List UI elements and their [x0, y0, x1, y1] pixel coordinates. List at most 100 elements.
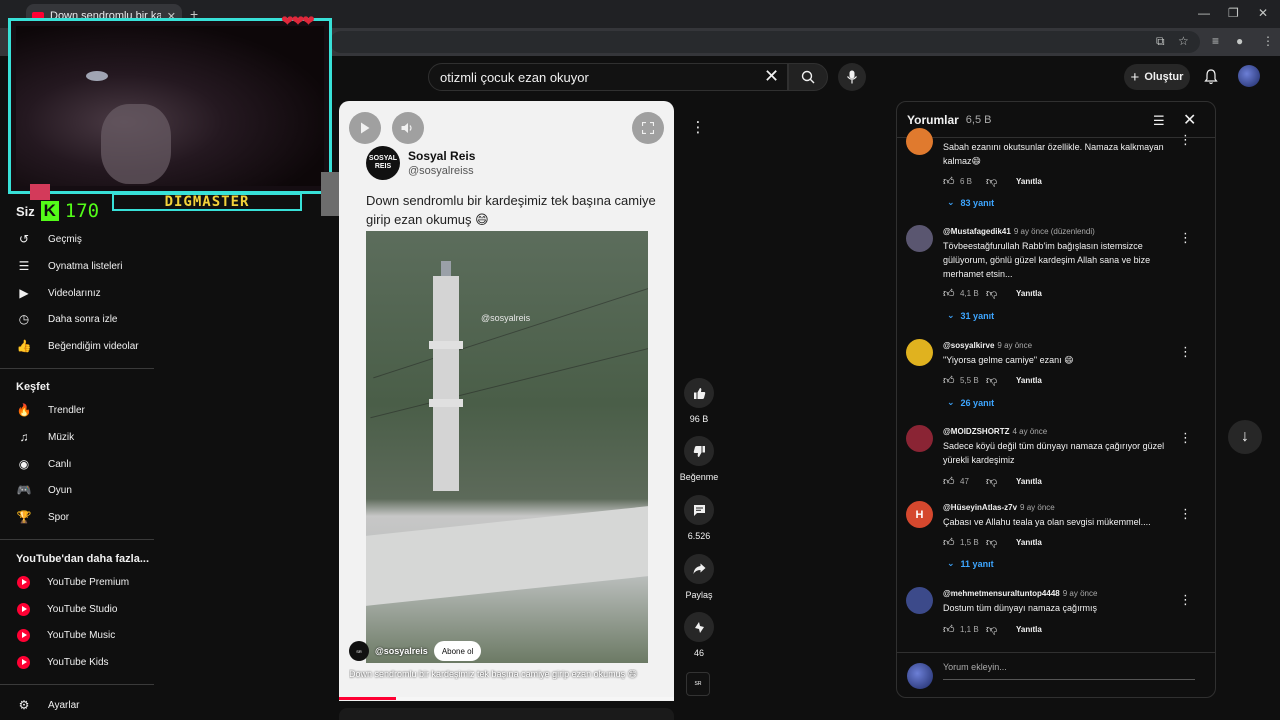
thumbs-down-icon[interactable]: 👎︎: [986, 623, 1008, 636]
notifications-button[interactable]: [1200, 66, 1222, 88]
thumbs-up-icon[interactable]: 👍︎: [943, 536, 957, 549]
thumbs-up-icon[interactable]: 👍︎: [943, 475, 957, 488]
add-comment-input[interactable]: Yorum ekleyin...: [943, 662, 1195, 680]
channel-avatar[interactable]: SR: [349, 641, 369, 661]
view-replies-button[interactable]: ⌄ 83 yanıt: [947, 197, 994, 208]
comment-menu-icon[interactable]: ⋮: [1179, 344, 1192, 360]
profile-icon[interactable]: ●: [1236, 34, 1243, 48]
sidebar-item-liked-videos[interactable]: 👍 Beğendiğim videolar: [0, 333, 155, 359]
sidebar-item-watch-later[interactable]: ◷ Daha sonra izle: [0, 306, 155, 332]
comment-author[interactable]: @mehmetmensuraltuntop4448 9 ay önce: [943, 589, 1097, 598]
next-short-button[interactable]: ↓: [1228, 420, 1262, 454]
account-avatar[interactable]: [1238, 65, 1260, 87]
dislike-action[interactable]: Beğenme: [676, 436, 722, 482]
sidebar-item-gaming[interactable]: 🎮 Oyun: [0, 477, 155, 503]
search-clear-icon[interactable]: ✕: [764, 66, 779, 86]
share-button[interactable]: [684, 554, 714, 584]
more-options-icon[interactable]: ⋮: [685, 114, 711, 140]
thumbs-down-icon[interactable]: 👎︎: [986, 175, 1008, 188]
sidebar-item-youtube-kids[interactable]: YouTube Kids: [0, 649, 155, 675]
sidebar-item-youtube-premium[interactable]: YouTube Premium: [0, 569, 155, 595]
sidebar-item-youtube-music[interactable]: YouTube Music: [0, 622, 155, 648]
remix-action[interactable]: 46: [676, 612, 722, 658]
share-action[interactable]: Paylaş: [676, 554, 722, 600]
search-button[interactable]: [788, 63, 828, 91]
comment-avatar[interactable]: [906, 128, 933, 155]
media-control-icon[interactable]: ≡: [1212, 34, 1219, 48]
fullscreen-button[interactable]: [632, 112, 664, 144]
comment-menu-icon[interactable]: ⋮: [1179, 430, 1192, 446]
comments-button[interactable]: [684, 495, 714, 525]
comment-author[interactable]: @Mustafagedik41 9 ay önce (düzenlendi): [943, 227, 1095, 236]
voice-search-button[interactable]: [838, 63, 866, 91]
thumbs-down-icon[interactable]: 👎︎: [986, 536, 1008, 549]
sidebar-item-settings[interactable]: ⚙ Ayarlar: [0, 692, 155, 718]
view-replies-button[interactable]: ⌄ 11 yanıt: [947, 558, 994, 569]
comment-avatar[interactable]: [906, 587, 933, 614]
reply-button[interactable]: Yanıtla: [1016, 289, 1042, 298]
bookmark-star-icon[interactable]: ☆: [1178, 34, 1189, 48]
reply-button[interactable]: Yanıtla: [1016, 177, 1042, 186]
comment-author[interactable]: @MOIDZSHORTZ 4 ay önce: [943, 427, 1047, 436]
you-section-header[interactable]: Siz K 170: [16, 200, 99, 222]
sidebar-item-sports[interactable]: 🏆 Spor: [0, 504, 155, 530]
thumbs-down-icon[interactable]: 👎︎: [986, 475, 1008, 488]
comment-avatar[interactable]: [906, 425, 933, 452]
subscribe-button[interactable]: Abone ol: [433, 641, 482, 661]
comment-menu-icon[interactable]: ⋮: [1179, 132, 1192, 148]
sidebar-item-label: Ayarlar: [48, 699, 80, 711]
reply-button[interactable]: Yanıtla: [1016, 625, 1042, 634]
comments-action[interactable]: 6.526: [676, 495, 722, 541]
reply-button[interactable]: Yanıtla: [1016, 477, 1042, 486]
dislike-button[interactable]: [684, 436, 714, 466]
view-replies-button[interactable]: ⌄ 26 yanıt: [947, 397, 994, 408]
minimize-icon[interactable]: —: [1198, 6, 1210, 20]
comment-author[interactable]: @HüseyinAtlas-z7v 9 ay önce: [943, 503, 1055, 512]
reply-button[interactable]: Yanıtla: [1016, 376, 1042, 385]
comment-author[interactable]: @sosyalkirve 9 ay önce: [943, 341, 1032, 350]
like-button[interactable]: [684, 378, 714, 408]
thumbs-down-icon[interactable]: 👎︎: [986, 374, 1008, 387]
video-watermark: @sosyalreis: [481, 313, 531, 323]
playback-progress-bar[interactable]: [339, 697, 674, 700]
search-input[interactable]: otizmli çocuk ezan okuyor: [428, 63, 788, 91]
window-close-icon[interactable]: ✕: [1258, 6, 1268, 20]
view-replies-button[interactable]: ⌄ 31 yanıt: [947, 310, 994, 321]
channel-name[interactable]: @sosyalreis: [375, 646, 428, 656]
address-bar[interactable]: [330, 31, 1200, 53]
sidebar-item-youtube-studio[interactable]: YouTube Studio: [0, 596, 155, 622]
sidebar-item-history[interactable]: ↺ Geçmiş: [0, 226, 155, 252]
sidebar-item-trending[interactable]: 🔥 Trendler: [0, 397, 155, 423]
sidebar-item-music[interactable]: ♫ Müzik: [0, 424, 155, 450]
comment-avatar[interactable]: [906, 225, 933, 252]
comment-menu-icon[interactable]: ⋮: [1179, 592, 1192, 608]
thumbs-down-icon[interactable]: 👎︎: [986, 287, 1008, 300]
maximize-icon[interactable]: ❐: [1228, 6, 1239, 20]
comment-menu-icon[interactable]: ⋮: [1179, 506, 1192, 522]
reply-button[interactable]: Yanıtla: [1016, 538, 1042, 547]
thumbs-up-icon[interactable]: 👍︎: [943, 623, 957, 636]
short-player[interactable]: SOSYAL REIS Sosyal Reis @sosyalreiss Dow…: [339, 101, 674, 701]
sidebar-item-your-videos[interactable]: ▶ Videolarınız: [0, 280, 155, 306]
mute-button[interactable]: [392, 112, 424, 144]
thumbs-up-icon[interactable]: 👍︎: [943, 374, 957, 387]
sidebar-item-live[interactable]: ◉ Canlı: [0, 451, 155, 477]
sidebar-item-playlists[interactable]: ☰ Oynatma listeleri: [0, 253, 155, 279]
chevron-down-icon: ⌄: [947, 397, 955, 407]
comment-avatar[interactable]: [906, 339, 933, 366]
comment-menu-icon[interactable]: ⋮: [1179, 230, 1192, 246]
thumbs-up-icon[interactable]: 👍︎: [943, 175, 957, 188]
browser-menu-icon[interactable]: ⋮: [1262, 34, 1274, 48]
channel-thumbnail[interactable]: SR: [686, 672, 710, 696]
play-button[interactable]: [349, 112, 381, 144]
thumbs-up-icon[interactable]: 👍︎: [943, 287, 957, 300]
create-button[interactable]: + Oluştur: [1124, 64, 1190, 90]
sort-icon[interactable]: ☰: [1153, 113, 1165, 129]
short-caption[interactable]: Down sendromlu bir kardeşimiz tek başına…: [349, 669, 669, 680]
cast-icon[interactable]: ⧉: [1156, 34, 1165, 49]
comment-avatar[interactable]: H: [906, 501, 933, 528]
remix-button[interactable]: [684, 612, 714, 642]
gear-icon: ⚙: [18, 698, 30, 712]
close-icon[interactable]: ✕: [1183, 110, 1196, 130]
like-action[interactable]: 96 B: [676, 378, 722, 424]
